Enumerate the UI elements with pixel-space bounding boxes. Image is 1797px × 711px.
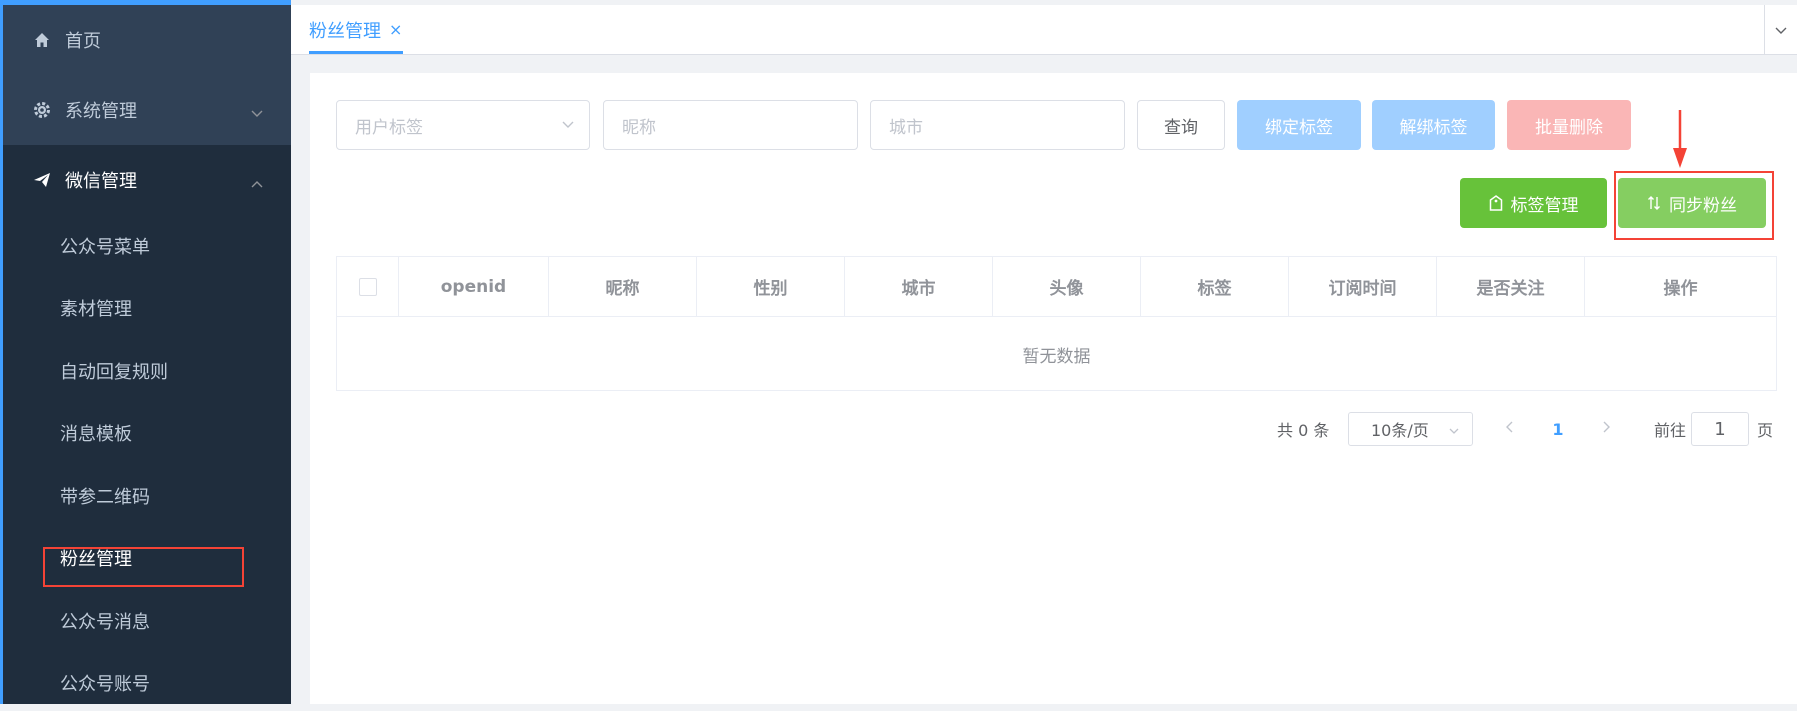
sidebar-item-label: 首页 <box>65 31 101 52</box>
goto-label: 前往 <box>1654 421 1687 440</box>
column-header: 订阅时间 <box>1289 257 1437 316</box>
column-header: 头像 <box>993 257 1141 316</box>
page-number[interactable]: 1 <box>1548 414 1568 444</box>
annotation-highlight-box <box>43 547 244 587</box>
sidebar-subitem-label: 消息模板 <box>60 424 132 445</box>
select-all-cell <box>337 257 399 316</box>
paper-plane-icon <box>33 171 51 189</box>
sidebar-item-home[interactable]: 首页 <box>3 5 291 75</box>
button-label: 标签管理 <box>1510 195 1579 216</box>
input-placeholder: 昵称 <box>622 117 656 138</box>
nickname-input[interactable]: 昵称 <box>603 100 858 150</box>
sidebar-subitem-accounts[interactable]: 公众号账号 <box>3 655 291 711</box>
next-page-button[interactable] <box>1596 414 1616 444</box>
chevron-down-icon <box>561 116 575 136</box>
fans-table: openid 昵称 性别 城市 头像 标签 订阅时间 是否关注 操作 暂无数据 <box>336 256 1777 391</box>
tag-icon <box>1489 195 1503 211</box>
sidebar-subitem-label: 素材管理 <box>60 299 132 320</box>
sidebar-subitem-qrcode[interactable]: 带参二维码 <box>3 468 291 524</box>
chevron-down-icon <box>1775 20 1787 40</box>
sidebar-subitem-menu[interactable]: 公众号菜单 <box>3 218 291 274</box>
sidebar-subitem-auto-reply[interactable]: 自动回复规则 <box>3 343 291 399</box>
button-label: 解绑标签 <box>1399 117 1468 138</box>
sidebar-item-label: 微信管理 <box>65 171 137 192</box>
tab-fans-management[interactable]: 粉丝管理 × <box>309 5 402 54</box>
tab-active-indicator <box>309 51 403 54</box>
sidebar-subitem-label: 带参二维码 <box>60 487 150 508</box>
sidebar-item-label: 系统管理 <box>65 101 137 122</box>
select-all-checkbox[interactable] <box>358 277 377 296</box>
goto-page-input[interactable]: 1 <box>1691 412 1749 446</box>
bind-tag-button[interactable]: 绑定标签 <box>1237 100 1361 150</box>
home-icon <box>33 31 51 49</box>
sidebar-item-system[interactable]: 系统管理 <box>3 75 291 145</box>
button-label: 绑定标签 <box>1265 117 1333 138</box>
column-header: 是否关注 <box>1437 257 1585 316</box>
unbind-tag-button[interactable]: 解绑标签 <box>1372 100 1495 150</box>
close-icon[interactable]: × <box>389 20 402 39</box>
table-empty-text: 暂无数据 <box>1022 346 1091 367</box>
gear-icon <box>33 101 51 119</box>
column-header: openid <box>399 257 549 316</box>
sidebar-subitem-label: 公众号账号 <box>60 674 150 695</box>
batch-delete-button[interactable]: 批量删除 <box>1507 100 1631 150</box>
column-header: 操作 <box>1663 279 1698 299</box>
prev-page-button[interactable] <box>1500 414 1520 444</box>
column-header: 昵称 <box>549 257 697 316</box>
button-label: 批量删除 <box>1535 117 1603 138</box>
page-size-select[interactable]: 10条/页 <box>1348 412 1473 446</box>
city-input[interactable]: 城市 <box>870 100 1125 150</box>
pagination-total: 共 0 条 <box>1277 421 1330 440</box>
column-header: 城市 <box>845 257 993 316</box>
sidebar-subitem-label: 公众号消息 <box>60 612 150 633</box>
sidebar: 首页 系统管理 微信管理 公众号菜单 素材管理 自动回复规则 消息模板 带参二维… <box>3 5 291 704</box>
chevron-right-icon <box>1601 419 1611 439</box>
sidebar-subitem-label: 公众号菜单 <box>60 237 150 258</box>
query-button[interactable]: 查询 <box>1137 100 1225 150</box>
chevron-left-icon <box>1505 419 1515 439</box>
sidebar-subitem-messages[interactable]: 公众号消息 <box>3 593 291 649</box>
select-placeholder: 用户标签 <box>355 117 423 138</box>
table-header: openid 昵称 性别 城市 头像 标签 订阅时间 是否关注 操作 <box>337 257 1776 317</box>
sidebar-item-wechat[interactable]: 微信管理 <box>3 145 291 215</box>
column-header: 标签 <box>1141 257 1289 316</box>
page-suffix: 页 <box>1757 421 1774 440</box>
tabs-bar: 粉丝管理 × <box>291 5 1797 55</box>
sidebar-subitem-template[interactable]: 消息模板 <box>3 405 291 461</box>
chevron-up-icon <box>251 173 263 193</box>
annotation-highlight-box <box>1614 171 1774 240</box>
chevron-down-icon <box>1448 422 1460 441</box>
annotation-arrow-icon <box>1673 110 1687 168</box>
sidebar-subitem-label: 自动回复规则 <box>60 362 168 383</box>
tag-manage-button[interactable]: 标签管理 <box>1460 178 1607 228</box>
input-placeholder: 城市 <box>889 117 923 138</box>
page-size-value: 10条/页 <box>1371 421 1429 440</box>
user-tag-select[interactable]: 用户标签 <box>336 100 590 150</box>
column-header: 性别 <box>697 257 845 316</box>
tabs-dropdown-button[interactable] <box>1764 5 1797 54</box>
sidebar-subitem-material[interactable]: 素材管理 <box>3 280 291 336</box>
tab-label: 粉丝管理 <box>309 20 381 42</box>
button-label: 查询 <box>1164 117 1198 138</box>
chevron-down-icon <box>251 103 263 123</box>
